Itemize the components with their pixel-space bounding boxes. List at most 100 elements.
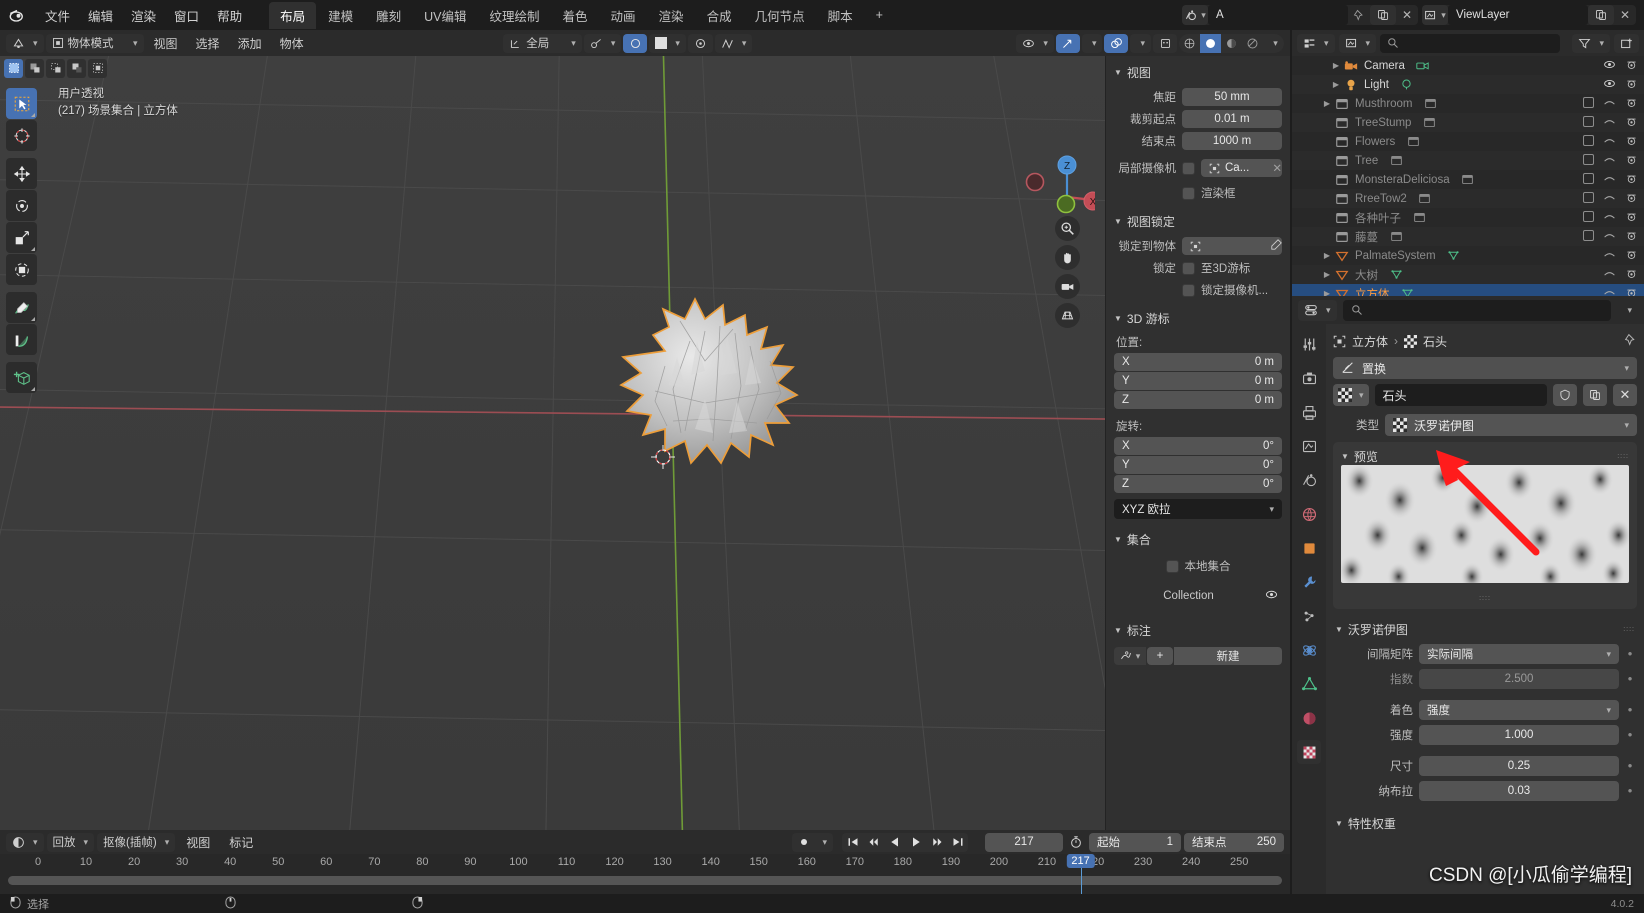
collection-data-icon[interactable]: [1417, 191, 1433, 207]
n-tab-item[interactable]: 条目: [1105, 86, 1106, 118]
hide-eye-icon[interactable]: [1603, 77, 1616, 93]
tab-tool-properties[interactable]: [1297, 332, 1321, 356]
n-tab-view[interactable]: 视图: [1105, 154, 1106, 186]
play-button[interactable]: [905, 836, 926, 848]
disable-render-icon[interactable]: [1625, 172, 1638, 188]
voronoi-panel-header[interactable]: ▼ 沃罗诺伊图 ::::: [1335, 621, 1635, 638]
cursor-rotation-z[interactable]: Z 0°: [1114, 475, 1282, 493]
n-panel[interactable]: 条目 工具 视图 ▼视图 焦距 50 mm 裁剪起点 0.01 m 结束点: [1105, 56, 1290, 830]
disable-render-icon[interactable]: [1625, 191, 1638, 207]
camera-data-icon[interactable]: [1415, 58, 1431, 74]
disable-render-icon[interactable]: [1625, 134, 1638, 150]
menu-file[interactable]: 文件: [36, 3, 79, 28]
viewlayer-name-field[interactable]: ViewLayer: [1448, 5, 1588, 25]
focal-length-field[interactable]: 50 mm: [1182, 88, 1282, 106]
gizmo-toggle[interactable]: [1055, 33, 1080, 53]
properties-pin-icon[interactable]: [1624, 333, 1637, 349]
shading-rendered[interactable]: [1242, 34, 1263, 53]
exclude-checkbox[interactable]: [1583, 229, 1594, 244]
tab-texture-properties[interactable]: [1297, 740, 1321, 764]
tab-object-constraint-properties[interactable]: [1297, 672, 1321, 696]
view-section-header[interactable]: ▼ 视图: [1114, 64, 1282, 81]
disable-render-icon[interactable]: [1625, 286, 1638, 296]
scene-name-field[interactable]: A: [1208, 5, 1348, 25]
outliner-search-field[interactable]: [1404, 37, 1554, 49]
tab-geometry-nodes[interactable]: 几何节点: [744, 2, 816, 29]
select-box-icon[interactable]: [4, 58, 23, 78]
properties-editor[interactable]: 立方体 › 石头 置换 ▾ ▾ 石头 ✕ 类型 沃罗诺伊图 ▾ ▼ 预览:::…: [1292, 324, 1644, 913]
outliner-row-rreetow2[interactable]: RreeTow2: [1292, 189, 1644, 208]
cursor-location-z[interactable]: Z 0 m: [1114, 391, 1282, 409]
outliner-editor-type-button[interactable]: ▾: [1297, 33, 1335, 53]
texture-browse-icon[interactable]: ▾: [1333, 384, 1369, 406]
local-camera-checkbox[interactable]: [1182, 161, 1195, 175]
outliner-row-monsteradeliciosa[interactable]: MonsteraDeliciosa: [1292, 170, 1644, 189]
select-intersect-icon[interactable]: [88, 58, 107, 78]
hide-eye-icon[interactable]: [1603, 58, 1616, 74]
cursor-rotation-y[interactable]: Y 0°: [1114, 456, 1282, 474]
outliner-row-立方体[interactable]: ▶ 立方体: [1292, 284, 1644, 296]
outliner-tree[interactable]: ▶ Camera ▶ Light ▶ Musthroom TreeStump Flowers T…: [1292, 56, 1644, 296]
tab-texture-paint[interactable]: 纹理绘制: [479, 2, 551, 29]
remove-viewlayer-icon[interactable]: ✕: [1614, 5, 1636, 25]
viewlayer-datablock[interactable]: ▾ ViewLayer ✕: [1422, 5, 1636, 25]
hide-arc-icon[interactable]: [1603, 286, 1616, 297]
zoom-icon[interactable]: [1055, 216, 1080, 241]
hide-arc-icon[interactable]: [1603, 210, 1616, 226]
frame-start-field[interactable]: 起始 1: [1089, 832, 1181, 852]
exclude-checkbox[interactable]: [1583, 210, 1594, 225]
overlays-dropdown[interactable]: ▾: [1130, 33, 1151, 53]
tab-layout[interactable]: 布局: [269, 1, 317, 29]
lock-camera-checkbox[interactable]: [1182, 283, 1195, 297]
outliner-row-各种叶子[interactable]: 各种叶子: [1292, 208, 1644, 227]
navigation-gizmo[interactable]: Z X: [1015, 141, 1095, 221]
lock-3d-cursor-checkbox[interactable]: [1182, 261, 1195, 275]
mesh-data-icon[interactable]: [1446, 248, 1462, 264]
tab-world-properties[interactable]: [1297, 502, 1321, 526]
annotations-header[interactable]: ▼ 标注: [1114, 622, 1282, 639]
annotation-add-button[interactable]: +: [1147, 647, 1173, 665]
outliner-new-collection-button[interactable]: [1614, 33, 1639, 53]
timeline-menu-keying[interactable]: 抠像(插帧) ▾: [97, 832, 176, 852]
tool-transform[interactable]: [6, 254, 37, 285]
scene-datablock[interactable]: ▾ A ✕: [1182, 5, 1418, 25]
cursor-header[interactable]: ▼ 3D 游标: [1114, 310, 1282, 327]
texture-context-dropdown[interactable]: 置换 ▾: [1333, 357, 1637, 379]
timeline-menu-view[interactable]: 视图: [178, 832, 218, 853]
viewport-menu-select[interactable]: 选择: [188, 33, 228, 54]
animate-property-dot[interactable]: •: [1625, 728, 1635, 741]
exclude-checkbox[interactable]: [1583, 191, 1594, 206]
properties-search-input[interactable]: [1342, 299, 1612, 321]
tab-modifier-properties[interactable]: [1297, 570, 1321, 594]
properties-options-dropdown[interactable]: ▾: [1621, 305, 1638, 316]
tool-add-cube[interactable]: [6, 362, 37, 393]
menu-render[interactable]: 渲染: [122, 3, 165, 28]
tool-move[interactable]: [6, 158, 37, 189]
voronoi-field-value[interactable]: 强度 ▾: [1419, 700, 1619, 720]
current-frame-field[interactable]: 217: [985, 832, 1063, 852]
tab-shading[interactable]: 着色: [552, 2, 599, 29]
shading-dropdown[interactable]: ▾: [1263, 34, 1284, 53]
clip-end-field[interactable]: 1000 m: [1182, 132, 1282, 150]
collection-data-icon[interactable]: [1421, 115, 1437, 131]
tab-scene-properties[interactable]: [1297, 468, 1321, 492]
exclude-checkbox[interactable]: [1583, 153, 1594, 168]
falloff-curve-dropdown[interactable]: ▾: [714, 33, 753, 53]
outliner-row-大树[interactable]: ▶ 大树: [1292, 265, 1644, 284]
tool-annotate[interactable]: [6, 292, 37, 323]
menu-window[interactable]: 窗口: [165, 3, 208, 28]
viewport-menu-object[interactable]: 物体: [272, 33, 312, 54]
view-lock-header[interactable]: ▼ 视图锁定: [1114, 213, 1282, 230]
outliner-row-palmatesystem[interactable]: ▶ PalmateSystem: [1292, 246, 1644, 265]
outliner-row-flowers[interactable]: Flowers: [1292, 132, 1644, 151]
collection-data-icon[interactable]: [1423, 96, 1439, 112]
timeline-menu-playback[interactable]: 回放 ▾: [46, 832, 95, 852]
pan-hand-icon[interactable]: [1055, 245, 1080, 270]
voronoi-field-value[interactable]: 2.500: [1419, 669, 1619, 689]
delete-scene-icon[interactable]: ✕: [1396, 5, 1418, 25]
tab-output-properties[interactable]: [1297, 400, 1321, 424]
expand-arrow-icon[interactable]: ▶: [1320, 289, 1334, 296]
voronoi-field-value[interactable]: 实际间隔 ▾: [1419, 644, 1619, 664]
collection-visibility-icon[interactable]: [1265, 588, 1278, 604]
jump-to-end-button[interactable]: [947, 836, 968, 848]
